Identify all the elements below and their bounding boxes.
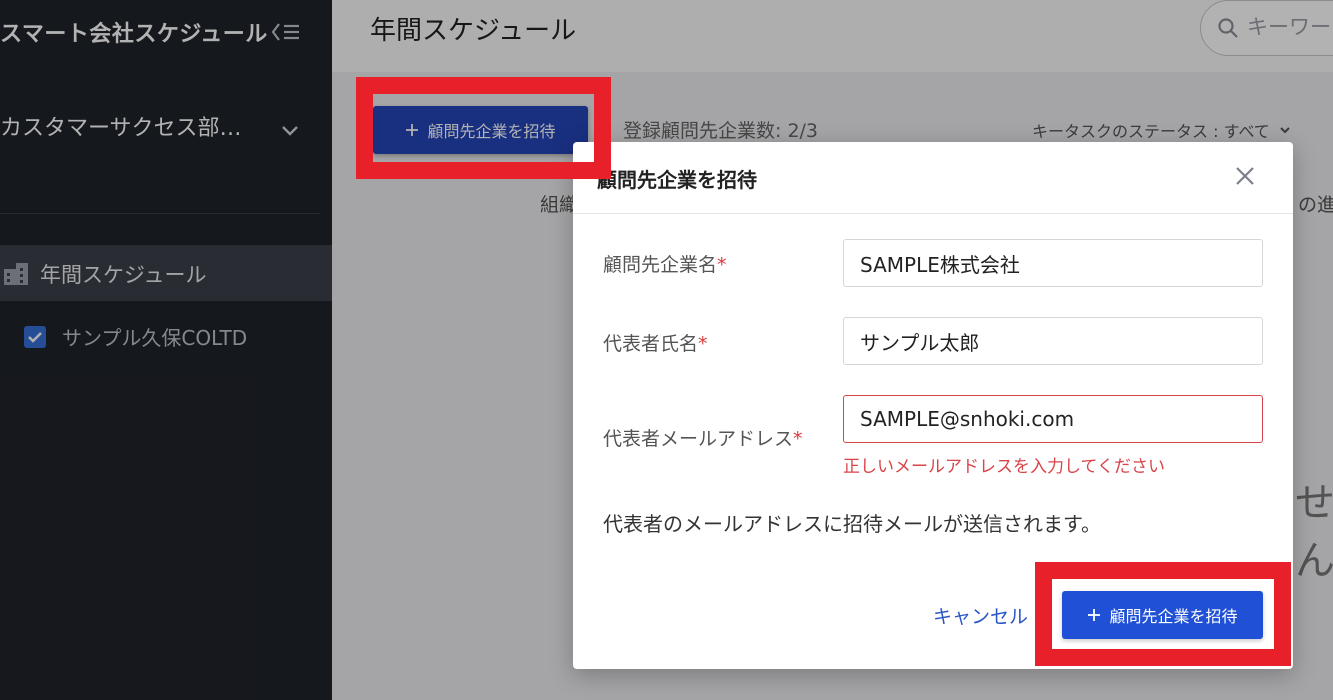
representative-name-label: 代表者氏名* (603, 333, 708, 355)
representative-email-label: 代表者メールアドレス* (603, 428, 803, 450)
close-icon[interactable] (1233, 164, 1257, 188)
representative-email-field[interactable] (843, 395, 1263, 443)
invite-note: 代表者のメールアドレスに招待メールが送信されます。 (603, 512, 1101, 536)
representative-name-field[interactable] (843, 317, 1263, 365)
email-error-message: 正しいメールアドレスを入力してください (843, 457, 1165, 477)
cancel-button[interactable]: キャンセル (933, 602, 1028, 629)
modal-title: 顧問先企業を招待 (597, 168, 757, 192)
company-name-field[interactable] (843, 239, 1263, 287)
company-name-label: 顧問先企業名* (603, 254, 727, 276)
modal-header: 顧問先企業を招待 (573, 142, 1293, 214)
highlight-box-submit (1035, 562, 1291, 666)
highlight-box-invite (356, 77, 611, 179)
